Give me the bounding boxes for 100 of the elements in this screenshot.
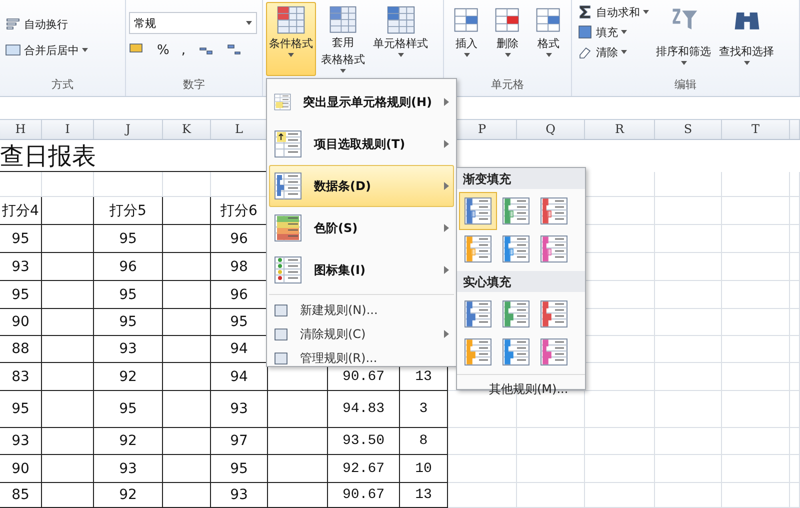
comma-button[interactable]: , [181,42,186,58]
edit-button[interactable]: 填充 [575,22,651,42]
table-cell: 95 [94,391,163,428]
column-header[interactable]: K [163,120,211,139]
empty-cell [655,197,722,225]
menu-item[interactable]: 突出显示单元格规则(H) [269,81,454,123]
empty-cell [42,281,94,309]
submenu-arrow-icon [444,266,449,274]
table-cell: 95 [211,455,268,483]
empty-cell [163,455,211,483]
empty-cell [268,455,328,483]
group-label: 编辑 [674,77,698,93]
column-header[interactable]: R [585,120,655,139]
data-bar-icon [502,300,530,328]
group-label: 单元格 [490,77,525,93]
empty-cell [655,253,722,281]
column-header[interactable]: I [42,120,94,139]
table-cell: 90 [0,455,42,483]
column-header[interactable]: J [94,120,163,139]
table-cell: 93 [0,428,42,455]
empty-cell [163,336,211,363]
empty-cell [448,483,517,508]
empty-cell [42,172,94,197]
empty-cell [163,483,211,508]
empty-cell [722,309,790,336]
style-button[interactable]: 单元格样式 [370,2,431,76]
percent-button[interactable]: % [157,42,170,58]
group-label: 方式 [50,77,74,93]
table-icon [328,5,358,34]
empty-cell [94,172,163,197]
caret-icon [340,69,346,73]
empty-cell [790,428,800,455]
cell-button[interactable]: 格式 [529,2,568,76]
empty-cell [722,225,790,253]
menu-item[interactable]: 数据条(D) [269,165,454,207]
merge-center-button[interactable]: 合并后居中 [3,40,90,60]
table-cell: 95 [0,391,42,428]
table-cell: 95 [0,225,42,253]
empty-cell [42,225,94,253]
column-header[interactable]: H [0,120,42,139]
sheet-title: 查日报表 [0,140,96,172]
style-button[interactable]: 套用 表格格式 [318,2,368,76]
empty-cell [655,363,722,391]
empty-cell [790,363,800,391]
more-rules-item[interactable]: 其他规则(M)... [457,374,585,404]
column-header[interactable]: S [655,120,722,139]
empty-cell [0,172,42,197]
menu-item[interactable]: 色阶(S) [269,207,454,249]
edit-button[interactable]: 查找和选择 [716,2,777,76]
table-cell: 95 [94,225,163,253]
empty-cell [268,483,328,508]
table-icon [386,5,416,35]
cell-button[interactable]: 删除 [488,2,527,76]
empty-cell [790,281,800,309]
table-cell: 85 [0,483,42,508]
empty-cell [722,336,790,363]
submenu-arrow-icon [444,224,449,232]
empty-cell [722,172,790,197]
table-cell: 83 [0,363,42,391]
empty-cell [42,455,94,483]
edit-button[interactable]: 清除 [575,42,651,62]
empty-cell [268,428,328,455]
style-button[interactable]: 条件格式 [266,2,316,76]
column-header[interactable]: Q [517,120,585,139]
cell-button[interactable]: 插入 [447,2,486,76]
table-cell: 10 [400,455,448,483]
empty-cell [448,455,517,483]
table-cell: 93 [0,253,42,281]
submenu-arrow-icon [444,182,449,190]
empty-cell [163,309,211,336]
table-cell: 90 [0,309,42,336]
data-bar-icon [540,300,568,328]
empty-cell [790,197,800,225]
number-format-dropdown[interactable]: 常规 [129,12,257,34]
caret-icon [680,61,686,65]
empty-cell [163,391,211,428]
menu-item[interactable]: 清除规则(C) [269,322,454,346]
data-bar-icon [502,197,530,225]
menu-item[interactable]: 图标集(I) [269,249,454,291]
caret-icon [398,53,404,57]
caret-icon [464,53,470,57]
submenu-arrow-icon [444,140,449,148]
menu-item[interactable]: 新建规则(N)... [269,298,454,322]
column-heading: 打分4 [0,197,42,225]
empty-cell [722,363,790,391]
sum-icon [577,4,593,20]
empty-cell [722,197,790,225]
data-bar-icon [502,338,530,366]
wrap-text-button[interactable]: 自动换行 [3,14,90,34]
wrap-text-icon [5,16,21,32]
empty-cell [790,483,800,508]
edit-button[interactable]: 排序和筛选 [653,2,714,76]
data-bar-option[interactable] [459,192,497,230]
column-header[interactable]: T [722,120,790,139]
empty-cell [655,483,722,508]
table-cell: 93 [94,336,163,363]
edit-button[interactable]: 自动求和 [575,2,651,22]
caret-icon [643,10,649,14]
empty-cell [163,197,211,225]
data-bar-icon [464,197,492,225]
